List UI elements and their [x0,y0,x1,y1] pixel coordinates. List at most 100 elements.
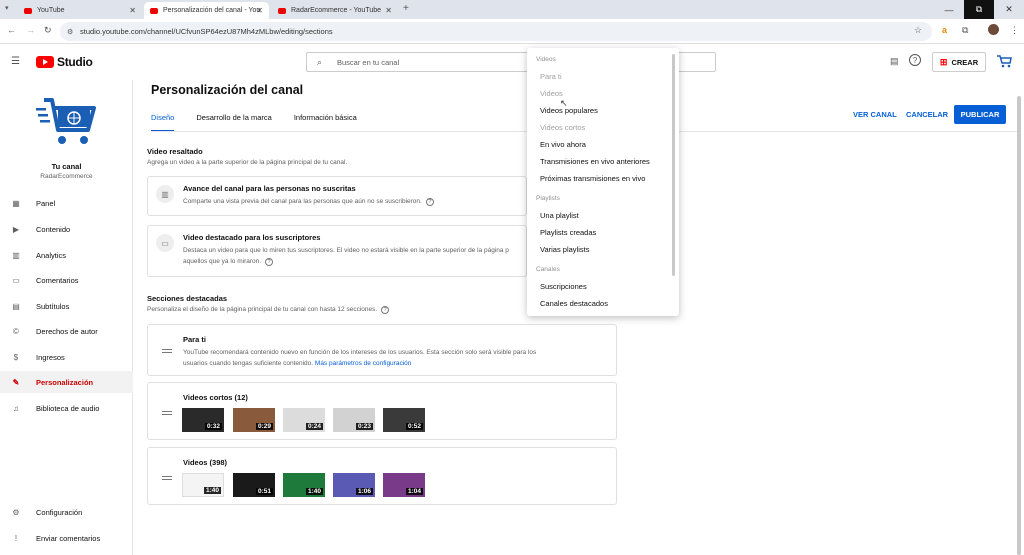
browser-tab-personalizacion[interactable]: Personalización del canal - You ✕ [144,2,269,19]
forward-icon[interactable]: → [26,25,35,35]
new-tab-button[interactable]: + [403,3,409,14]
card-title: Video destacado para los suscriptores [183,233,321,242]
video-thumbnail[interactable]: 1:40 [182,473,224,497]
view-channel-button[interactable]: VER CANAL [853,110,897,119]
sidebar-item-biblioteca[interactable]: ♫ Biblioteca de audio [0,397,133,419]
channel-avatar[interactable] [996,54,1012,68]
dropdown-item-varias-playlists[interactable]: Varias playlists [540,245,589,254]
drag-handle-icon[interactable] [162,476,172,480]
add-section-dropdown: Videos Para ti Videos Videos populares V… [527,48,679,316]
sidebar-item-label: Analytics [36,250,67,260]
section-videos[interactable]: Videos (398) 1:40 0:51 1:40 1:06 1:04 [147,447,617,505]
dropdown-item-videos-cortos[interactable]: Videos cortos [540,123,585,132]
close-window-icon[interactable]: ✕ [994,0,1024,19]
sidebar-item-derechos[interactable]: © Derechos de autor [0,320,133,342]
dropdown-item-videos-populares[interactable]: Videos populares [540,106,598,115]
publish-button[interactable]: PUBLICAR [954,105,1006,124]
dropdown-item-suscripciones[interactable]: Suscripciones [540,282,587,291]
restore-icon[interactable]: ⧉ [964,0,994,19]
tab-informacion-basica[interactable]: Información básica [294,113,357,132]
dropdown-item-una-playlist[interactable]: Una playlist [540,211,579,220]
dropdown-item-playlists-creadas[interactable]: Playlists creadas [540,228,596,237]
cancel-button[interactable]: CANCELAR [906,110,948,119]
help-icon[interactable]: ? [909,54,921,66]
help-icon[interactable]: ? [425,198,434,206]
sidebar-item-personalizacion[interactable]: ✎ Personalización [0,371,133,393]
url-field[interactable]: ⚙ studio.youtube.com/channel/UCfvunSP64e… [60,22,932,41]
channel-title: Tu canal [51,162,82,171]
sidebar-item-label: Personalización [36,377,94,387]
search-placeholder: Buscar en tu canal [337,57,400,67]
drag-handle-icon[interactable] [162,349,172,353]
sidebar-item-configuracion[interactable]: ⚙ Configuración [0,501,133,523]
section-para-ti[interactable]: Para ti YouTube recomendará contenido nu… [147,324,617,376]
studio-header: ☰ Studio ⌕ Buscar en tu canal ▤ ? ⊞ CREA… [0,44,1024,80]
close-tab-icon[interactable]: ✕ [129,6,136,15]
sidebar-item-label: Biblioteca de audio [36,403,100,413]
duration-badge: 0:51 [255,488,273,495]
messages-icon[interactable]: ▤ [890,56,899,67]
browser-tab-radarecommerce[interactable]: RadarEcommerce - YouTube ✕ [272,2,398,19]
card-description-text: Comparte una vista previa del canal para… [183,198,422,205]
reload-icon[interactable]: ↻ [44,25,52,36]
mouse-cursor-icon: ↖ [560,98,568,108]
short-thumbnail[interactable]: 0:32 [182,408,224,432]
profile-avatar[interactable] [988,24,999,35]
short-thumbnail[interactable]: 0:52 [383,408,425,432]
sidebar-item-panel[interactable]: ▦ Panel [0,192,133,214]
tab-diseno[interactable]: Diseño [151,113,175,132]
extensions-icon[interactable]: ⧉ [962,25,968,36]
sidebar-item-enviar-comentarios[interactable]: ! Enviar comentarios [0,527,133,549]
dropdown-scrollbar[interactable] [672,54,675,276]
back-icon[interactable]: ← [7,25,16,35]
amazon-extension-icon[interactable]: a [942,25,947,35]
dropdown-item-canales-destacados[interactable]: Canales destacados [540,299,608,308]
video-thumbnail[interactable]: 1:04 [383,473,425,497]
video-thumbnail[interactable]: 1:06 [333,473,375,497]
dropdown-item-para-ti[interactable]: Para ti [540,72,562,81]
customization-tabs: Diseño Desarrollo de la marca Informació… [151,113,357,132]
sidebar-item-comentarios[interactable]: ▭ Comentarios [0,269,133,291]
close-tab-icon[interactable]: ✕ [385,6,392,15]
browser-tab-youtube[interactable]: YouTube ✕ [18,2,142,19]
help-icon[interactable]: ? [265,258,274,266]
minimize-icon[interactable]: — [934,0,964,19]
short-thumbnail[interactable]: 0:29 [233,408,275,432]
dropdown-item-videos[interactable]: Videos [540,89,563,98]
card-description: Comparte una vista previa del canal para… [183,196,434,207]
dropdown-item-en-vivo-ahora[interactable]: En vivo ahora [540,140,586,149]
duration-badge: 1:40 [305,488,323,495]
site-info-icon[interactable]: ⚙ [67,28,73,36]
featured-subscriber-card[interactable]: ▭ Video destacado para los suscriptores … [147,225,527,277]
short-thumbnail[interactable]: 0:23 [333,408,375,432]
address-bar-row: ← → ↻ ⚙ studio.youtube.com/channel/UCfvu… [0,19,1024,44]
sidebar-item-analytics[interactable]: ▥ Analytics [0,244,133,266]
trailer-card[interactable]: ▥ Avance del canal para las personas no … [147,176,527,216]
create-button[interactable]: ⊞ CREAR [932,52,986,72]
sidebar-item-contenido[interactable]: ▶ Contenido [0,218,133,240]
tab-desarrollo-marca[interactable]: Desarrollo de la marca [196,113,271,132]
section-videos-cortos[interactable]: Videos cortos (12) 0:32 0:29 0:24 0:23 0… [147,382,617,440]
sidebar-item-label: Enviar comentarios [36,533,101,543]
studio-logo[interactable]: Studio [36,55,93,69]
video-thumbnail[interactable]: 1:40 [283,473,325,497]
channel-logo[interactable] [34,94,98,150]
dropdown-item-proximas-transmisiones[interactable]: Próximas transmisiones en vivo [540,174,645,183]
page-scrollbar[interactable] [1017,96,1021,555]
create-label: CREAR [951,57,979,67]
help-icon[interactable]: ? [381,306,390,314]
bookmark-star-icon[interactable]: ☆ [914,25,922,36]
hamburger-menu-icon[interactable]: ☰ [11,56,20,67]
short-thumbnail[interactable]: 0:24 [283,408,325,432]
video-icon: ▶ [12,224,20,234]
video-thumbnail[interactable]: 0:51 [233,473,275,497]
close-tab-icon[interactable]: ✕ [256,6,263,15]
browser-menu-icon[interactable]: ⋮ [1010,25,1019,36]
sidebar-item-label: Subtítulos [36,301,70,311]
sidebar-item-subtitulos[interactable]: ▤ Subtítulos [0,295,133,317]
sidebar-item-ingresos[interactable]: $ Ingresos [0,346,133,368]
tab-list-icon[interactable]: ▾ [5,4,9,12]
dropdown-item-transmisiones-anteriores[interactable]: Transmisiones en vivo anteriores [540,157,650,166]
more-settings-link[interactable]: Más parámetros de configuración [315,360,411,367]
drag-handle-icon[interactable] [162,411,172,415]
